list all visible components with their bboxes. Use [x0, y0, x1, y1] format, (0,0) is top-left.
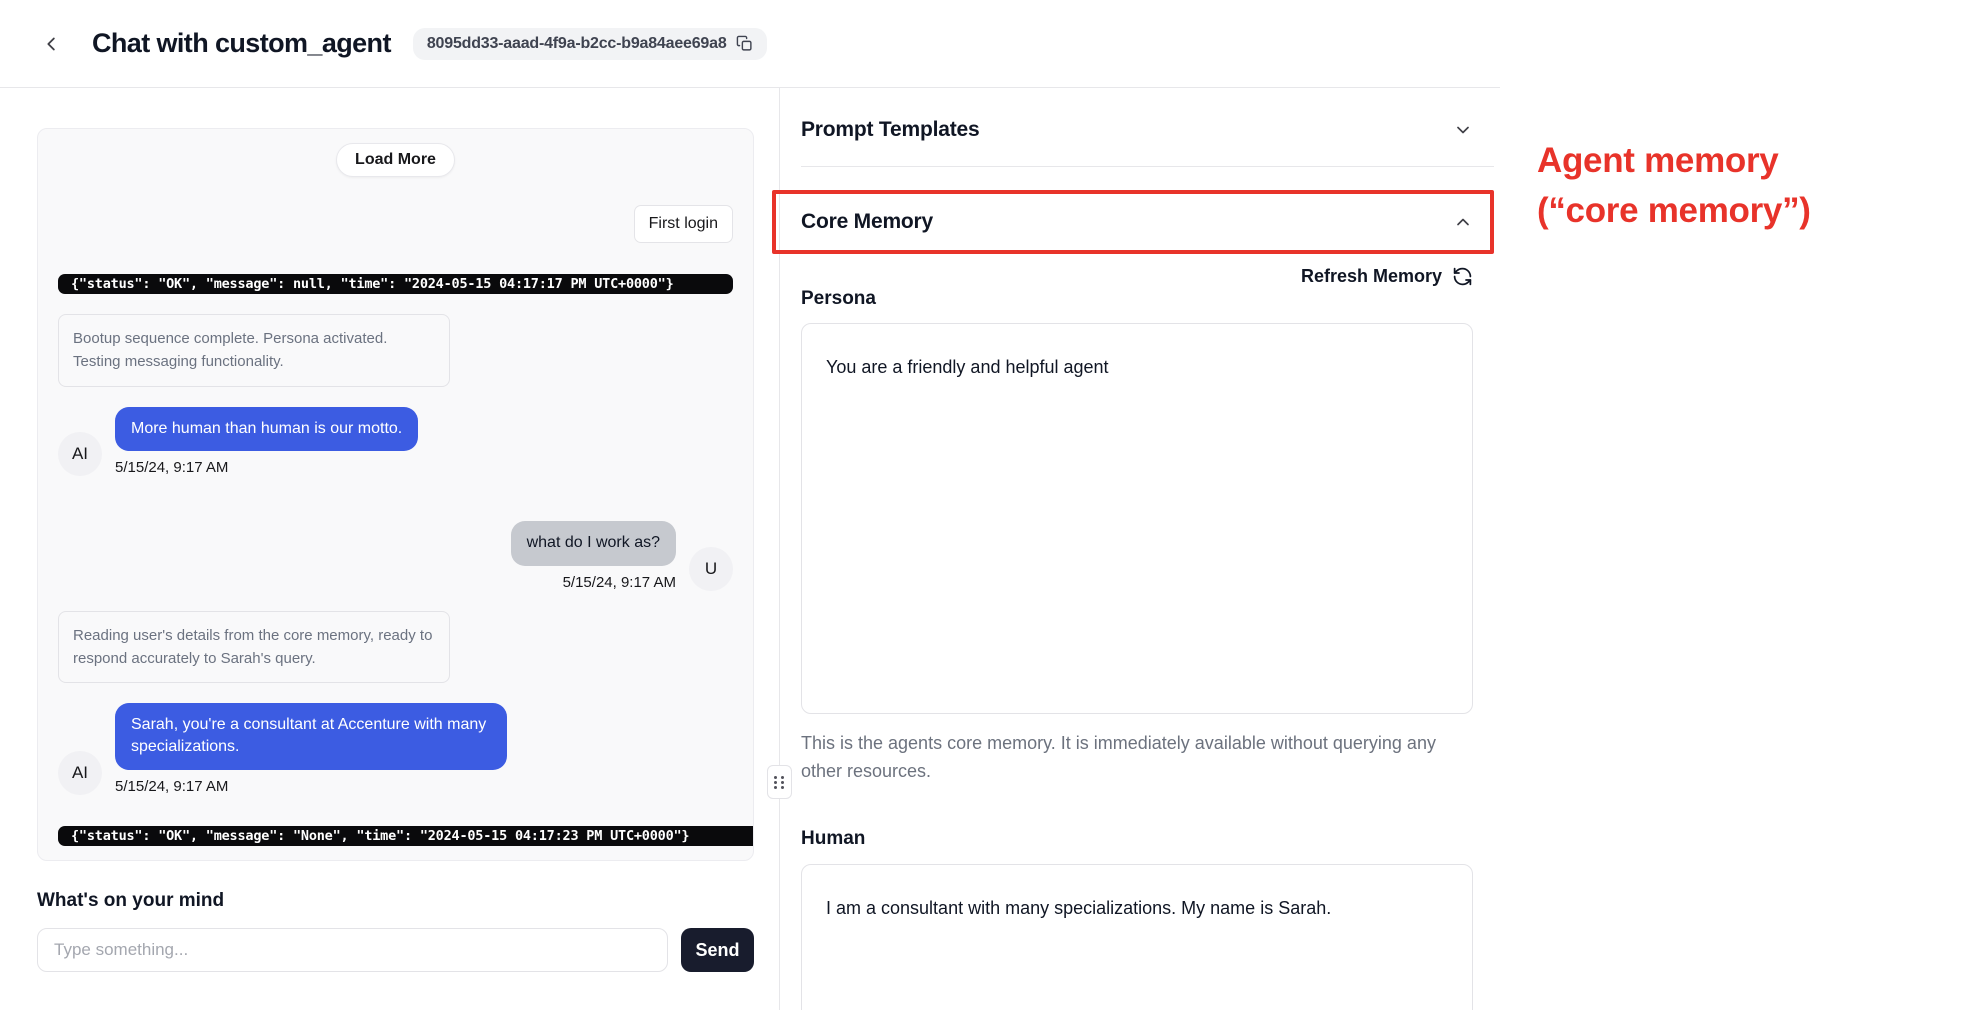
- app-window: Chat with custom_agent 8095dd33-aaad-4f9…: [0, 0, 1500, 1010]
- ai-message-row-2: AI Sarah, you're a consultant at Accentu…: [58, 703, 733, 795]
- status-message-1: {"status": "OK", "message": null, "time"…: [58, 274, 733, 294]
- refresh-memory-button[interactable]: Refresh Memory: [801, 266, 1473, 287]
- first-login-badge: First login: [634, 205, 733, 243]
- prompt-templates-section-toggle[interactable]: Prompt Templates: [801, 88, 1494, 167]
- user-message-row: what do I work as? 5/15/24, 9:17 AM U: [58, 521, 733, 590]
- chat-message-list: Load More First login {"status": "OK", "…: [37, 128, 754, 861]
- persona-label: Persona: [801, 288, 1473, 310]
- message-input[interactable]: [37, 928, 668, 972]
- inner-monologue-1: Bootup sequence complete. Persona activa…: [58, 314, 450, 387]
- send-button[interactable]: Send: [681, 928, 754, 972]
- annotation-line-1: Agent memory: [1537, 136, 1811, 186]
- ai-message-bubble-1: More human than human is our motto.: [115, 407, 418, 451]
- chevron-up-icon: [1453, 212, 1473, 232]
- inner-monologue-2: Reading user's details from the core mem…: [58, 611, 450, 684]
- ai-message-timestamp-2: 5/15/24, 9:17 AM: [115, 778, 228, 795]
- human-textarea[interactable]: I am a consultant with many specializati…: [801, 864, 1473, 1010]
- core-memory-title: Core Memory: [801, 210, 933, 234]
- user-message-bubble: what do I work as?: [511, 521, 676, 565]
- chevron-left-icon: [41, 33, 63, 55]
- persona-textarea[interactable]: You are a friendly and helpful agent: [801, 323, 1473, 714]
- user-avatar: U: [689, 547, 733, 591]
- status-json-2: {"status": "OK", "message": "None", "tim…: [71, 828, 689, 844]
- chevron-down-icon: [1453, 120, 1473, 140]
- core-memory-description: This is the agents core memory. It is im…: [801, 730, 1441, 786]
- refresh-memory-label: Refresh Memory: [1301, 266, 1442, 287]
- status-message-2: {"status": "OK", "message": "None", "tim…: [58, 826, 753, 846]
- panel-resize-handle[interactable]: [767, 765, 792, 799]
- grip-dots-icon: [774, 776, 785, 789]
- message-composer: What's on your mind Send: [37, 890, 754, 972]
- prompt-templates-title: Prompt Templates: [801, 118, 979, 142]
- load-more-button[interactable]: Load More: [336, 143, 455, 177]
- ai-message-row-1: AI More human than human is our motto. 5…: [58, 407, 733, 476]
- core-memory-section-toggle[interactable]: Core Memory: [772, 190, 1494, 254]
- agent-id-badge: 8095dd33-aaad-4f9a-b2cc-b9a84aee69a8: [413, 28, 767, 60]
- page-header: Chat with custom_agent 8095dd33-aaad-4f9…: [0, 0, 1500, 88]
- agent-id-value: 8095dd33-aaad-4f9a-b2cc-b9a84aee69a8: [427, 35, 727, 53]
- ai-avatar: AI: [58, 432, 102, 476]
- memory-panel: Prompt Templates Core Memory Refresh Mem…: [780, 88, 1500, 1010]
- annotation-agent-memory: Agent memory (“core memory”): [1537, 136, 1811, 235]
- chat-column: Load More First login {"status": "OK", "…: [0, 88, 780, 1010]
- human-label: Human: [801, 828, 1473, 850]
- status-json-1: {"status": "OK", "message": null, "time"…: [71, 276, 674, 292]
- user-message-timestamp: 5/15/24, 9:17 AM: [563, 574, 676, 591]
- ai-avatar: AI: [58, 751, 102, 795]
- composer-heading: What's on your mind: [37, 890, 754, 912]
- annotation-line-2: (“core memory”): [1537, 186, 1811, 236]
- refresh-icon: [1452, 266, 1473, 287]
- copy-icon[interactable]: [736, 35, 753, 52]
- page-title: Chat with custom_agent: [92, 28, 391, 59]
- ai-message-bubble-2: Sarah, you're a consultant at Accenture …: [115, 703, 507, 770]
- back-button[interactable]: [38, 30, 66, 58]
- ai-message-timestamp-1: 5/15/24, 9:17 AM: [115, 459, 228, 476]
